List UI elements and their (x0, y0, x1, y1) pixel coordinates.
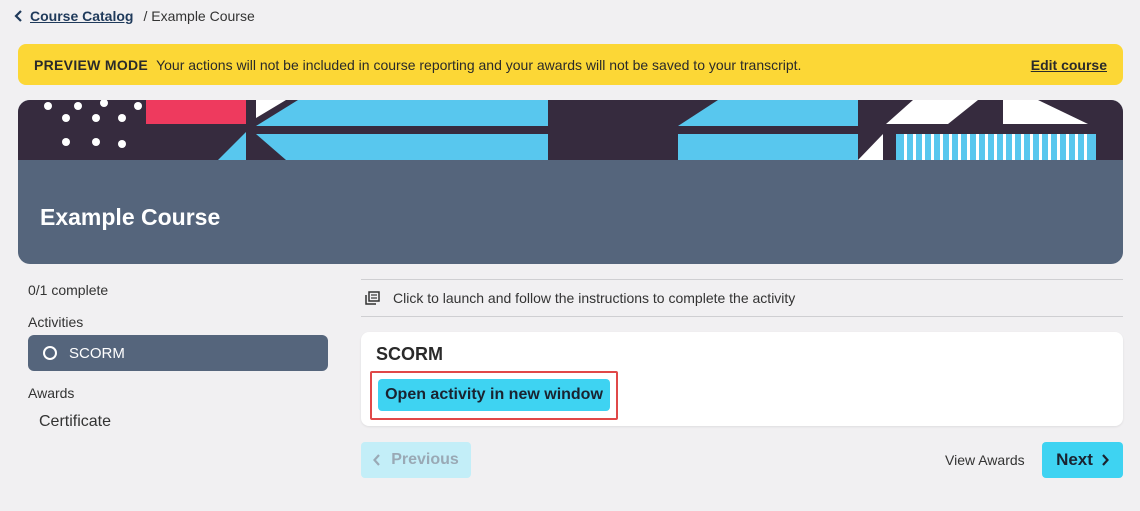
preview-mode-banner: PREVIEW MODE Your actions will not be in… (18, 44, 1123, 85)
instruction-text: Click to launch and follow the instructi… (393, 290, 796, 306)
activity-card: SCORM Open activity in new window (361, 332, 1123, 426)
view-awards-link[interactable]: View Awards (945, 452, 1025, 468)
chevron-left-icon (373, 454, 381, 466)
instruction-bar: Click to launch and follow the instructi… (361, 279, 1123, 317)
activity-content: Click to launch and follow the instructi… (361, 279, 1123, 426)
open-button-highlight: Open activity in new window (370, 371, 618, 420)
edit-course-link[interactable]: Edit course (1031, 57, 1107, 73)
course-hero: Example Course (18, 100, 1123, 264)
activity-item-label: SCORM (69, 344, 125, 362)
previous-label: Previous (391, 451, 459, 468)
circle-outline-icon (43, 346, 57, 360)
activity-item-scorm[interactable]: SCORM (28, 335, 328, 371)
chevron-right-icon (1101, 454, 1109, 466)
course-title: Example Course (40, 204, 221, 230)
breadcrumb: Course Catalog / Example Course (12, 8, 255, 24)
next-button[interactable]: Next (1042, 442, 1123, 478)
activity-card-title: SCORM (376, 344, 443, 364)
preview-mode-message: Your actions will not be included in cou… (156, 56, 802, 73)
breadcrumb-current: / Example Course (143, 8, 255, 24)
copy-icon (365, 291, 381, 305)
breadcrumb-course-catalog-link[interactable]: Course Catalog (30, 8, 133, 24)
next-label: Next (1056, 450, 1093, 469)
open-activity-button[interactable]: Open activity in new window (378, 379, 610, 411)
progress-text: 0/1 complete (28, 282, 109, 298)
chevron-left-icon[interactable] (12, 8, 26, 24)
awards-heading: Awards (28, 385, 75, 401)
award-item-certificate[interactable]: Certificate (39, 413, 111, 431)
hero-pattern (18, 100, 1123, 160)
activities-heading: Activities (28, 314, 84, 330)
previous-button[interactable]: Previous (361, 442, 471, 478)
preview-mode-tag: PREVIEW MODE (34, 56, 149, 73)
